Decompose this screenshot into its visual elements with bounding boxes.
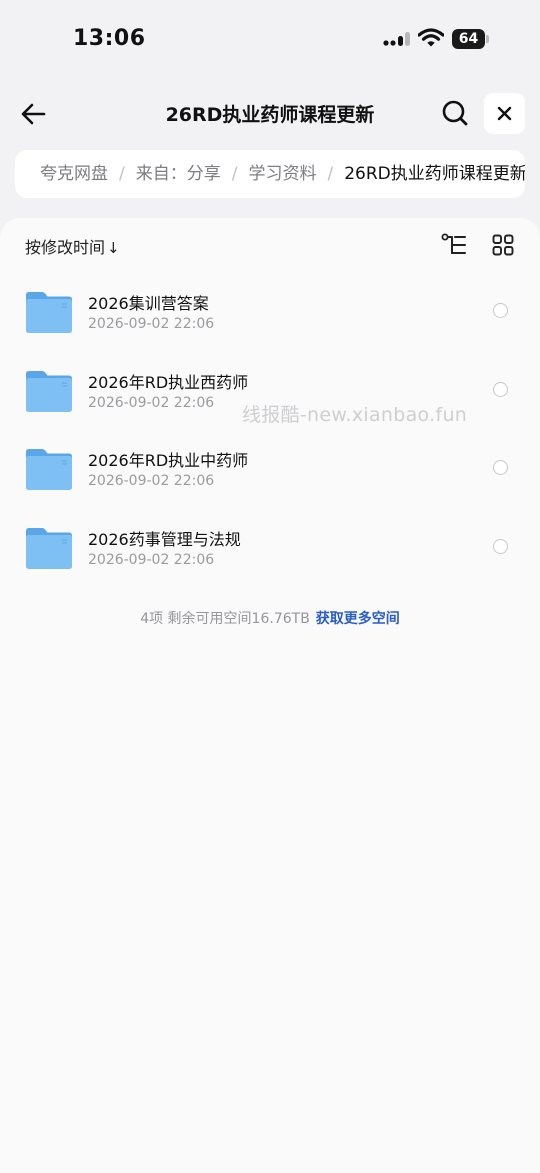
page-title: 26RD执业药师课程更新 (165, 104, 375, 126)
tree-view-button[interactable] (441, 233, 467, 257)
sort-label: 按修改时间 (25, 238, 106, 257)
nav-bar: 26RD执业药师课程更新 (0, 86, 540, 142)
back-button[interactable] (18, 98, 50, 130)
close-button[interactable] (484, 93, 525, 134)
watermark: 线报酷-new.xianbao.fun (242, 404, 468, 426)
close-icon (497, 106, 512, 121)
file-list: 2026集训营答案 2026-09-02 22:06 2026年RD执业西药师 … (0, 270, 540, 584)
status-bar: 13:06 64 (0, 0, 540, 80)
file-name: 2026药事管理与法规 (88, 529, 241, 549)
file-date: 2026-09-02 22:06 (88, 394, 215, 411)
folder-icon (26, 292, 72, 333)
select-radio[interactable] (493, 381, 508, 397)
select-radio[interactable] (493, 303, 508, 318)
battery-cap (486, 35, 489, 43)
status-time: 13:06 (73, 26, 146, 51)
folder-icon (26, 527, 72, 569)
grid-view-icon (492, 234, 514, 256)
select-radio[interactable] (493, 460, 508, 475)
folder-icon (26, 370, 72, 412)
tree-view-icon (441, 233, 466, 254)
get-more-space-link[interactable]: 获取更多空间 (316, 611, 400, 627)
sort-button[interactable]: 按修改时间 ↓ (25, 234, 120, 258)
breadcrumb-item-shared[interactable]: 来自：分享 (136, 164, 221, 184)
list-item[interactable]: 2026药事管理与法规 2026-09-02 22:06 (0, 506, 540, 585)
wifi-icon (418, 28, 444, 47)
file-date: 2026-09-02 22:06 (88, 473, 215, 489)
search-icon (442, 100, 468, 126)
folder-icon (26, 449, 72, 490)
sort-arrow-icon: ↓ (107, 239, 120, 257)
file-panel: 按修改时间 ↓ 2026集训营答案 2026-09-02 22:06 2026年… (0, 218, 540, 1173)
breadcrumb-separator: / (119, 164, 125, 184)
file-name: 2026集训营答案 (88, 294, 209, 313)
item-count-text: 4项 剩余可用空间16.76TB (140, 611, 310, 627)
breadcrumb-separator: / (327, 164, 334, 184)
file-name: 2026年RD执业中药师 (88, 451, 249, 470)
breadcrumb-separator: / (231, 164, 238, 184)
file-name: 2026年RD执业西药师 (88, 372, 249, 392)
search-button[interactable] (440, 98, 470, 128)
list-item[interactable]: 2026年RD执业中药师 2026-09-02 22:06 (0, 427, 540, 506)
grid-view-button[interactable] (492, 234, 514, 256)
breadcrumb: 夸克网盘 / 来自：分享 / 学习资料 / 26RD执业药师课程更新 (15, 150, 525, 198)
signal-icon (383, 32, 410, 46)
breadcrumb-item-current: 26RD执业药师课程更新 (344, 164, 525, 184)
file-date: 2026-09-02 22:06 (88, 551, 215, 568)
back-arrow-icon (21, 103, 46, 125)
breadcrumb-item-home[interactable]: 夸克网盘 (40, 164, 108, 184)
file-date: 2026-09-02 22:06 (88, 316, 215, 332)
select-radio[interactable] (493, 538, 508, 554)
storage-footer: 4项 剩余可用空间16.76TB 获取更多空间 (0, 608, 540, 628)
list-item[interactable]: 2026集训营答案 2026-09-02 22:06 (0, 270, 540, 349)
breadcrumb-item-study-materials[interactable]: 学习资料 (248, 164, 316, 184)
battery-indicator: 64 (452, 29, 485, 49)
